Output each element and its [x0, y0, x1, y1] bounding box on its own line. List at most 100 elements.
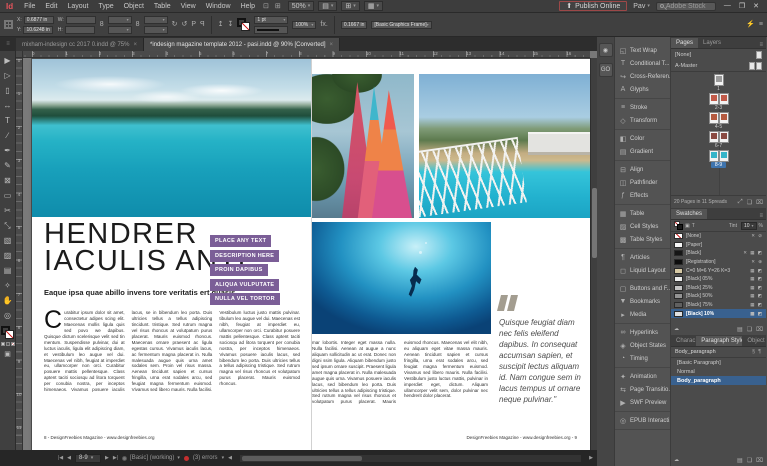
- dock-strip-button[interactable]: GO: [599, 63, 613, 77]
- screen-mode-button[interactable]: ▣: [4, 350, 11, 358]
- tool-button[interactable]: ⊠: [1, 173, 15, 188]
- scroll-right-button[interactable]: ▶: [589, 455, 593, 461]
- tool-button[interactable]: ✋: [1, 293, 15, 308]
- constrain-scale-icon[interactable]: 8: [136, 21, 140, 29]
- tool-button[interactable]: ✧: [1, 278, 15, 293]
- arrange-documents-dropdown[interactable]: ▦▾: [364, 1, 383, 11]
- collapsed-panel-item[interactable]: ◻ Liquid Layout: [615, 264, 670, 277]
- magazine-spread[interactable]: HENDRER IACULIS ANTE Eaque ipsa quae abi…: [32, 59, 590, 450]
- swatch-row[interactable]: [Black] 10% ▦ ◩: [671, 309, 766, 318]
- menu-item[interactable]: Edit: [40, 3, 62, 10]
- close-tab-icon[interactable]: ×: [330, 42, 334, 48]
- island-panorama-image[interactable]: [32, 59, 311, 217]
- tab-object-styles[interactable]: Object: [742, 336, 766, 346]
- collapsed-panel-item[interactable]: ▨ Cell Styles: [615, 220, 670, 233]
- tool-button[interactable]: ▷: [1, 68, 15, 83]
- rotation-angle-field[interactable]: ▾: [144, 16, 168, 24]
- sidebar-label[interactable]: PROIN DAPIBUS: [210, 264, 268, 276]
- document-tab[interactable]: *indesign magazine template 2012 - pasi.…: [144, 38, 340, 51]
- menu-item[interactable]: View: [176, 3, 201, 10]
- layout-adjust-icon[interactable]: ⊡: [260, 2, 272, 10]
- cc-libraries-icon[interactable]: ☁: [674, 457, 679, 463]
- new-style-icon[interactable]: ❏: [747, 457, 752, 464]
- minimize-button[interactable]: —: [724, 2, 731, 10]
- y-position-field[interactable]: 10.6248 in: [23, 26, 53, 34]
- swatch-row[interactable]: [Registration] ✕ ⊕: [671, 258, 766, 267]
- last-page-button[interactable]: ▶|: [113, 455, 118, 461]
- page-spread-item[interactable]: 4-5: [709, 112, 729, 130]
- close-tab-icon[interactable]: ×: [133, 42, 137, 48]
- collapsed-panel-item[interactable]: A Glyphs: [615, 83, 670, 96]
- panel-menu-icon[interactable]: ≡: [759, 21, 763, 29]
- collapsed-panel-item[interactable]: ▶ SWF Preview: [615, 396, 670, 409]
- view-options-dropdown[interactable]: ⊞▾: [341, 1, 359, 11]
- tool-button[interactable]: ▶: [1, 53, 15, 68]
- collapsed-panel-item[interactable]: ∞ Hyperlinks: [615, 326, 670, 339]
- canvas-pasteboard[interactable]: HENDRER IACULIS ANTE Eaque ipsa quae abi…: [23, 58, 590, 450]
- new-page-icon[interactable]: ❏: [747, 199, 752, 206]
- collapsed-panel-item[interactable]: ▤ Gradient: [615, 145, 670, 158]
- flip-vertical-icon[interactable]: P: [200, 21, 205, 29]
- collapsed-panel-item[interactable]: T Conditional T...: [615, 57, 670, 70]
- corner-options-field[interactable]: 0.1667 in: [341, 21, 368, 29]
- next-page-button[interactable]: ▶: [105, 455, 109, 461]
- right-page[interactable]: mar lobortis. Integer eget massa nulla. …: [311, 59, 590, 450]
- swatch-row[interactable]: C=0 M=6 Y=26 K=3 ▦ ◩: [671, 266, 766, 275]
- menu-item[interactable]: File: [19, 3, 40, 10]
- sidebar-label[interactable]: PLACE ANY TEXT: [210, 235, 271, 247]
- pull-quote[interactable]: Quisque feugiat diam nec felis eleifend …: [499, 295, 585, 405]
- swatch-fill-stroke-proxy[interactable]: [674, 221, 683, 230]
- left-page[interactable]: HENDRER IACULIS ANTE Eaque ipsa quae abi…: [32, 59, 311, 450]
- new-swatch-icon[interactable]: ❏: [747, 326, 752, 333]
- formatting-container-icon[interactable]: ▣: [685, 223, 690, 229]
- menu-item[interactable]: Table: [149, 3, 176, 10]
- menu-item[interactable]: Object: [119, 3, 149, 10]
- scrollbar-thumb[interactable]: [242, 456, 362, 461]
- swatch-row[interactable]: [Black] 25% ▦ ◩: [671, 284, 766, 293]
- scuba-diver-image[interactable]: [312, 222, 491, 334]
- workspace-switcher[interactable]: Pav ▾: [633, 3, 650, 10]
- delete-swatch-icon[interactable]: ⌧: [756, 326, 763, 333]
- scale-y-field[interactable]: ▾: [108, 26, 132, 34]
- sidebar-label[interactable]: NULLA VEL TORTOR: [210, 293, 280, 305]
- sidebar-label[interactable]: ALIQUA VULPUTATE: [210, 279, 279, 291]
- subtitle[interactable]: Eaque ipsa quae abillo invens tore verit…: [44, 288, 237, 297]
- object-style-dropdown[interactable]: [Basic Graphics Frame]▾: [371, 21, 431, 29]
- menu-item[interactable]: Window: [201, 3, 236, 10]
- paragraph-style-row[interactable]: Normal: [671, 367, 766, 376]
- tool-button[interactable]: ∕: [1, 128, 15, 143]
- tool-button[interactable]: ▨: [1, 248, 15, 263]
- tab-layers[interactable]: Layers: [698, 38, 726, 48]
- master-page-row[interactable]: [None]: [671, 49, 766, 60]
- rotate-cw-icon[interactable]: ↻: [172, 21, 178, 29]
- flip-horizontal-icon[interactable]: P: [191, 21, 196, 29]
- swatch-row[interactable]: [Black] ✕ ▦ ◩: [671, 249, 766, 258]
- reference-point-proxy[interactable]: [4, 20, 13, 29]
- body-text-columns[interactable]: Curabitur ipsum dolor sit amet, consecte…: [44, 310, 300, 430]
- edit-page-size-icon[interactable]: ⤢: [738, 199, 743, 206]
- tool-button[interactable]: ▤: [1, 263, 15, 278]
- horizontal-ruler[interactable]: 012345678910111213141516: [23, 51, 590, 58]
- scroll-left-button[interactable]: ◀: [228, 455, 232, 461]
- page-spread-item[interactable]: 2-3: [709, 93, 729, 111]
- swatch-row[interactable]: [Black] 05% ▦ ◩: [671, 275, 766, 284]
- collapsed-panel-item[interactable]: ≡ Stroke: [615, 101, 670, 114]
- formatting-text-icon[interactable]: T: [692, 223, 695, 229]
- panel-menu-icon[interactable]: ≡: [759, 213, 766, 219]
- cc-libraries-icon[interactable]: ☁: [674, 326, 679, 332]
- collapsed-panel-item[interactable]: ▼ Bookmarks: [615, 295, 670, 308]
- collapsed-panel-item[interactable]: ▸ Media: [615, 308, 670, 321]
- vertical-scrollbar[interactable]: [590, 58, 597, 450]
- apply-gradient-button[interactable]: [6, 342, 10, 346]
- style-group-icon[interactable]: ▤: [737, 457, 743, 464]
- zoom-level-dropdown[interactable]: 50% ▾: [288, 1, 315, 11]
- collapsed-panel-item[interactable]: ▩ Table Styles: [615, 233, 670, 246]
- collapsed-panel-item[interactable]: ↪ Cross-Referen...: [615, 70, 670, 83]
- menu-item[interactable]: Layout: [62, 3, 93, 10]
- document-tab[interactable]: mixham-indesign cc 2017 0.indd @ 75% ×: [16, 38, 144, 51]
- panel-menu-icon[interactable]: ≡: [759, 42, 766, 48]
- vertical-ruler[interactable]: 01234567891011: [16, 58, 23, 450]
- page-number-dropdown[interactable]: 8-9 ▾: [75, 454, 101, 463]
- tab-paragraph-styles[interactable]: Paragraph Styles: [696, 336, 742, 346]
- tool-button[interactable]: ▧: [1, 233, 15, 248]
